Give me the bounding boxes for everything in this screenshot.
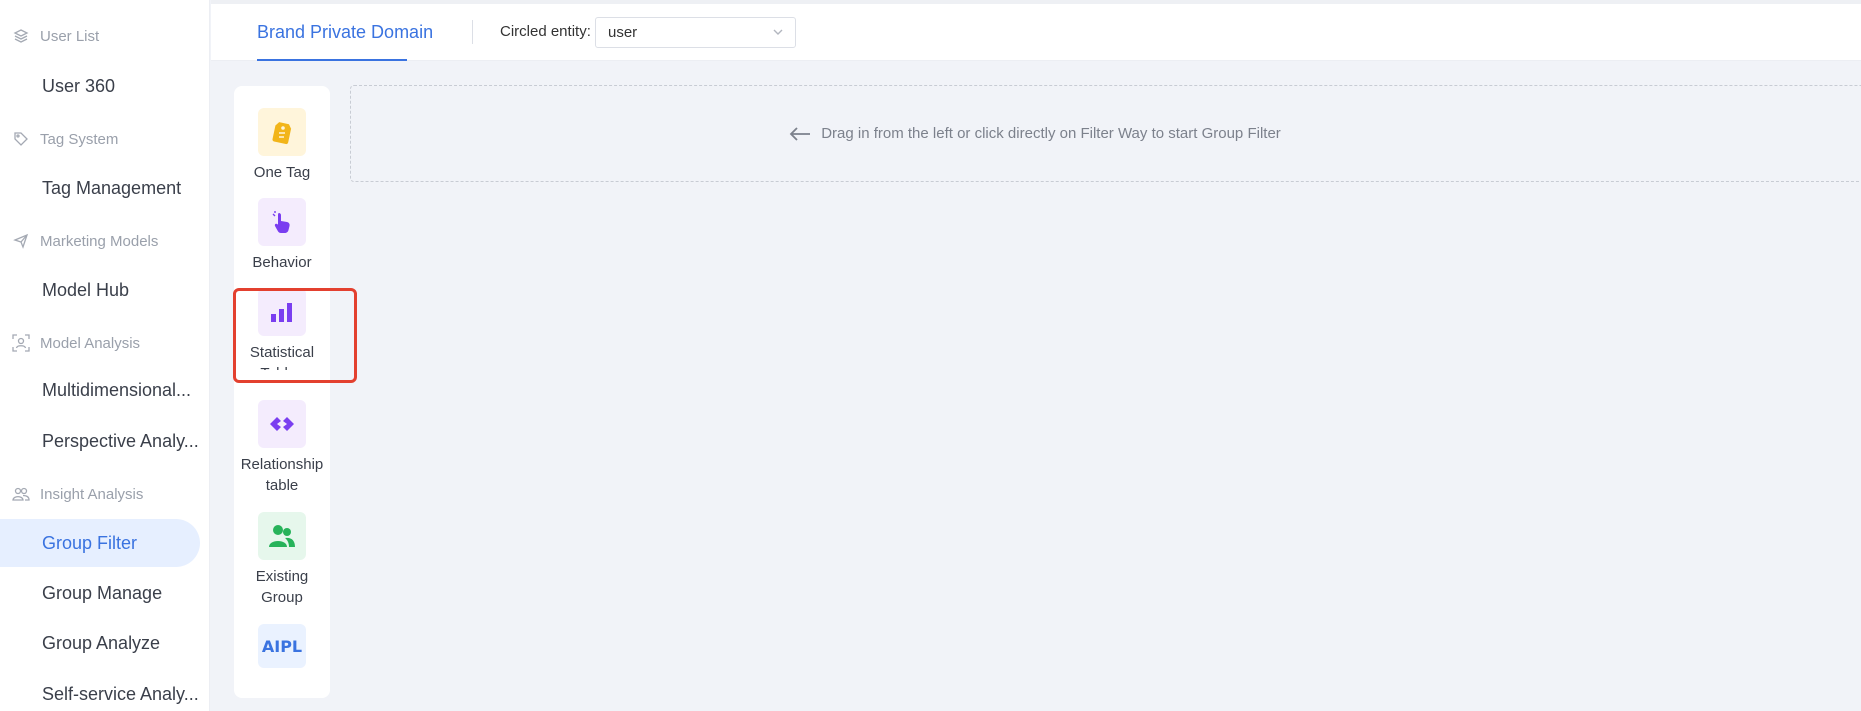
nav-group-title: Marketing Models xyxy=(40,232,159,250)
circled-entity-label: Circled entity: xyxy=(500,23,591,40)
nav-group-title: Model Analysis xyxy=(40,334,141,352)
nav-group-tag-system: Tag System xyxy=(12,130,118,148)
sidebar: User List User 360 Tag System Tag Manage… xyxy=(0,0,210,711)
header-top-border xyxy=(211,0,1861,4)
sidebar-item-perspective-analysis[interactable]: Perspective Analy... xyxy=(0,417,200,465)
send-icon xyxy=(12,232,30,250)
nav-group-title: User List xyxy=(40,27,100,45)
filter-way-label: Relationship table xyxy=(240,456,324,494)
group-filter-drop-zone[interactable]: Drag in from the left or click directly … xyxy=(350,85,1861,182)
filter-way-label: Existing Group xyxy=(255,568,309,606)
aipl-logo: AIPL xyxy=(258,624,306,668)
active-tab-indicator xyxy=(257,59,407,61)
bar-chart-icon xyxy=(258,288,306,336)
drop-zone-hint-text: Drag in from the left or click directly … xyxy=(821,125,1281,142)
users-icon xyxy=(12,485,30,503)
filter-way-label: Statistical Tables xyxy=(249,344,315,370)
top-header: Brand Private Domain Circled entity: use… xyxy=(211,0,1861,61)
tab-brand-private-domain[interactable]: Brand Private Domain xyxy=(257,22,433,43)
sidebar-item-group-filter[interactable]: Group Filter xyxy=(0,519,200,567)
chevron-down-icon xyxy=(771,25,785,43)
nav-group-title: Insight Analysis xyxy=(40,485,144,503)
filter-way-one-tag[interactable]: One Tag xyxy=(234,108,330,183)
group-icon xyxy=(258,512,306,560)
filter-way-behavior[interactable]: Behavior xyxy=(234,198,330,273)
nav-group-user-list: User List xyxy=(12,27,99,45)
scan-user-icon xyxy=(12,334,30,352)
layers-icon xyxy=(12,27,30,45)
sidebar-item-multidimensional[interactable]: Multidimensional... xyxy=(0,366,200,414)
link-icon xyxy=(258,400,306,448)
sidebar-item-user-360[interactable]: User 360 xyxy=(0,62,200,110)
filter-way-label: One Tag xyxy=(253,164,311,181)
nav-group-title: Tag System xyxy=(40,130,119,148)
filter-way-statistical-tables[interactable]: Statistical Tables xyxy=(234,288,330,370)
nav-group-marketing-models: Marketing Models xyxy=(12,232,158,250)
nav-group-insight-analysis: Insight Analysis xyxy=(12,485,143,503)
filter-way-aipl[interactable]: AIPL xyxy=(234,624,330,668)
tag-icon xyxy=(12,130,30,148)
filter-way-existing-group[interactable]: Existing Group xyxy=(234,512,330,608)
filter-way-relationship-table[interactable]: Relationship table xyxy=(234,400,330,496)
header-divider xyxy=(472,20,473,44)
drop-zone-hint: Drag in from the left or click directly … xyxy=(789,125,1281,142)
pointer-hand-icon xyxy=(258,198,306,246)
sidebar-item-tag-management[interactable]: Tag Management xyxy=(0,164,200,212)
sidebar-item-group-analyze[interactable]: Group Analyze xyxy=(0,619,200,667)
sidebar-item-group-manage[interactable]: Group Manage xyxy=(0,569,200,617)
arrow-left-icon xyxy=(789,126,811,142)
tag-icon xyxy=(258,108,306,156)
filter-way-label: Behavior xyxy=(252,254,312,271)
sidebar-item-self-service-analysis[interactable]: Self-service Analy... xyxy=(0,670,200,711)
entity-select-value: user xyxy=(608,24,638,41)
filter-way-palette: One Tag Behavior Statistical Tables Rela… xyxy=(234,86,330,698)
sidebar-item-model-hub[interactable]: Model Hub xyxy=(0,266,200,314)
circled-entity-select[interactable]: user xyxy=(595,17,796,48)
nav-group-model-analysis: Model Analysis xyxy=(12,334,140,352)
